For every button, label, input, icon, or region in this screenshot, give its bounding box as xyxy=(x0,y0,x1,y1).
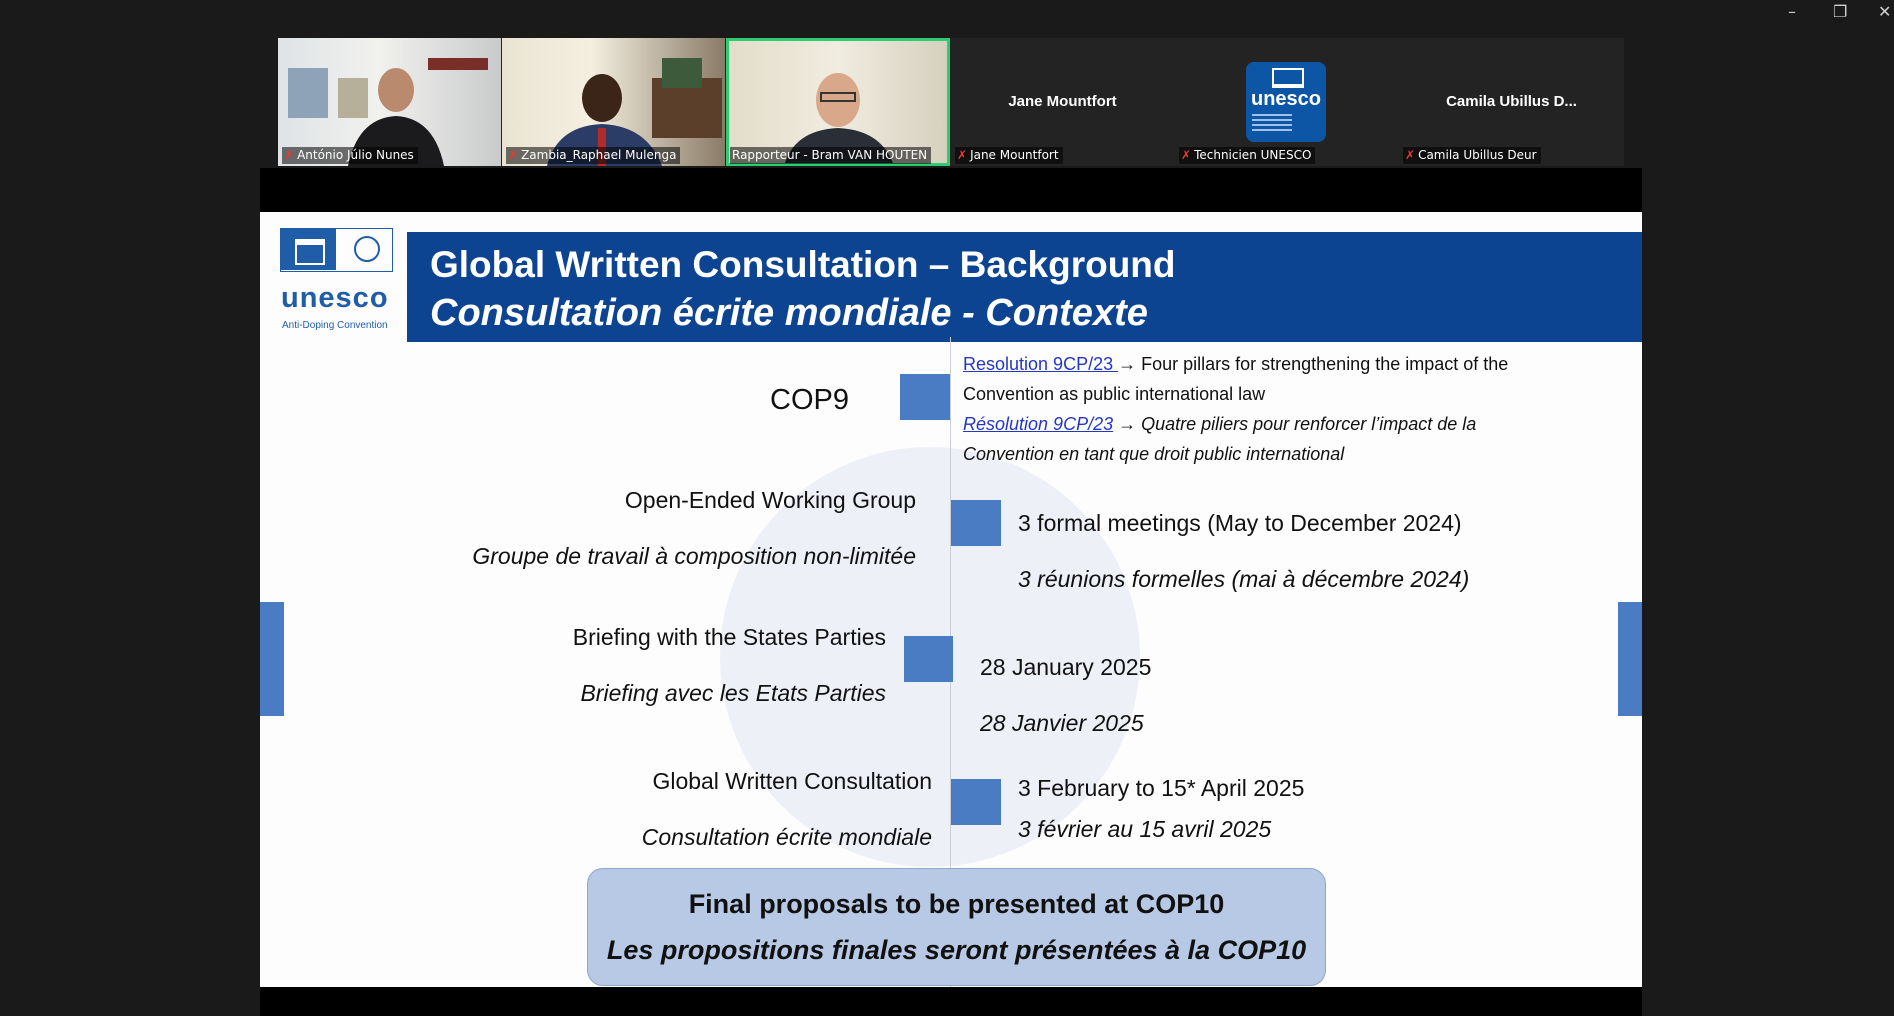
muted-mic-icon: ✗ xyxy=(284,148,295,162)
resolution-link-en[interactable]: Resolution 9CP/23 xyxy=(963,354,1118,374)
participant-tile[interactable]: unesco ✗ Technicien UNESCO xyxy=(1175,38,1398,166)
participant-tile[interactable]: Jane Mountfort ✗ Jane Mountfort xyxy=(951,38,1174,166)
muted-mic-icon: ✗ xyxy=(508,148,519,162)
briefing-date-fr: 28 Janvier 2025 xyxy=(980,710,1144,736)
timeline-marker xyxy=(904,636,953,682)
share-bottom-band xyxy=(260,987,1642,1016)
final-proposals-en: Final proposals to be presented at COP10 xyxy=(688,889,1225,919)
participant-tile[interactable]: ✗ António Júlio Nunes xyxy=(278,38,501,166)
oewg-meetings-fr: 3 réunions formelles (mai à décembre 202… xyxy=(1018,566,1470,592)
oewg-label-en: Open-Ended Working Group xyxy=(624,487,916,513)
muted-mic-icon: ✗ xyxy=(1181,148,1192,162)
resolution-en: Resolution 9CP/23 → Four pillars for str… xyxy=(963,354,1509,374)
globe-icon xyxy=(354,236,380,262)
participant-label: ✗ Zambia_Raphael Mulenga xyxy=(506,147,681,164)
participant-label: ✗ Camila Ubillus Deur xyxy=(1403,147,1541,164)
timeline-marker xyxy=(900,374,950,420)
final-proposals-box: Final proposals to be presented at COP10… xyxy=(587,868,1326,986)
participant-display-name: Jane Mountfort xyxy=(1008,93,1117,110)
resolution-en-line2: Convention as public international law xyxy=(963,384,1266,404)
oewg-label-fr: Groupe de travail à composition non-limi… xyxy=(472,543,916,569)
slide-title-en: Global Written Consultation – Background xyxy=(430,244,1176,285)
participant-label: Rapporteur - Bram VAN HOUTEN xyxy=(730,147,932,164)
participant-label: ✗ Jane Mountfort xyxy=(955,147,1063,164)
share-top-band xyxy=(260,168,1642,212)
participant-tile[interactable]: Camila Ubillus D... ✗ Camila Ubillus Deur xyxy=(1399,38,1624,166)
gwc-dates-fr: 3 février au 15 avril 2025 xyxy=(1018,816,1272,842)
unesco-logo: unesco Anti-Doping Convention xyxy=(280,228,395,331)
slide-header: Global Written Consultation – Background… xyxy=(407,232,1642,342)
logo-subtitle: Anti-Doping Convention xyxy=(282,320,388,331)
muted-mic-icon: ✗ xyxy=(957,148,968,162)
close-button[interactable]: ✕ xyxy=(1878,4,1891,20)
avatar-logo-subtext xyxy=(1252,114,1292,134)
timeline-marker xyxy=(951,779,1001,825)
briefing-label-fr: Briefing avec les Etats Parties xyxy=(580,680,886,706)
resolution-link-fr[interactable]: Résolution 9CP/23 xyxy=(963,414,1113,434)
participant-gallery: ✗ António Júlio Nunes ✗ Zambia_Raphael Mul… xyxy=(278,38,1624,166)
muted-mic-icon: ✗ xyxy=(1405,148,1416,162)
final-proposals-fr: Les propositions finales seront présenté… xyxy=(606,935,1307,965)
gwc-dates-en: 3 February to 15* April 2025 xyxy=(1018,775,1305,801)
resolution-fr-line2: Convention en tant que droit public inte… xyxy=(963,444,1345,464)
next-slide-tab[interactable] xyxy=(1618,602,1642,716)
minimize-button[interactable]: – xyxy=(1788,4,1796,20)
slide-title-fr: Consultation écrite mondiale - Contexte xyxy=(430,292,1148,334)
oewg-meetings-en: 3 formal meetings (May to December 2024) xyxy=(1018,510,1462,536)
gwc-label-en: Global Written Consultation xyxy=(652,768,932,794)
temple-icon xyxy=(281,229,336,270)
participant-display-name: Camila Ubillus D... xyxy=(1446,93,1577,110)
cop9-label: COP9 xyxy=(770,384,849,416)
participant-tile[interactable]: ✗ Zambia_Raphael Mulenga xyxy=(502,38,725,166)
restore-button[interactable]: ❐ xyxy=(1833,4,1847,20)
participant-label: ✗ Technicien UNESCO xyxy=(1179,147,1316,164)
briefing-label-en: Briefing with the States Parties xyxy=(572,624,886,650)
briefing-date-en: 28 January 2025 xyxy=(980,654,1152,680)
shared-slide: unesco Anti-Doping Convention Global Wri… xyxy=(260,212,1642,987)
timeline-marker xyxy=(951,500,1001,546)
gwc-label-fr: Consultation écrite mondiale xyxy=(641,824,932,850)
logo-wordmark: unesco xyxy=(281,282,389,314)
previous-slide-tab[interactable] xyxy=(260,602,284,716)
resolution-fr: Résolution 9CP/23 → Quatre piliers pour … xyxy=(963,414,1477,434)
temple-icon xyxy=(1272,68,1304,88)
participant-label: ✗ António Júlio Nunes xyxy=(282,147,418,164)
participant-tile-active-speaker[interactable]: Rapporteur - Bram VAN HOUTEN xyxy=(726,38,950,166)
avatar-logo-text: unesco xyxy=(1250,88,1322,110)
unesco-avatar-logo: unesco xyxy=(1246,62,1326,142)
